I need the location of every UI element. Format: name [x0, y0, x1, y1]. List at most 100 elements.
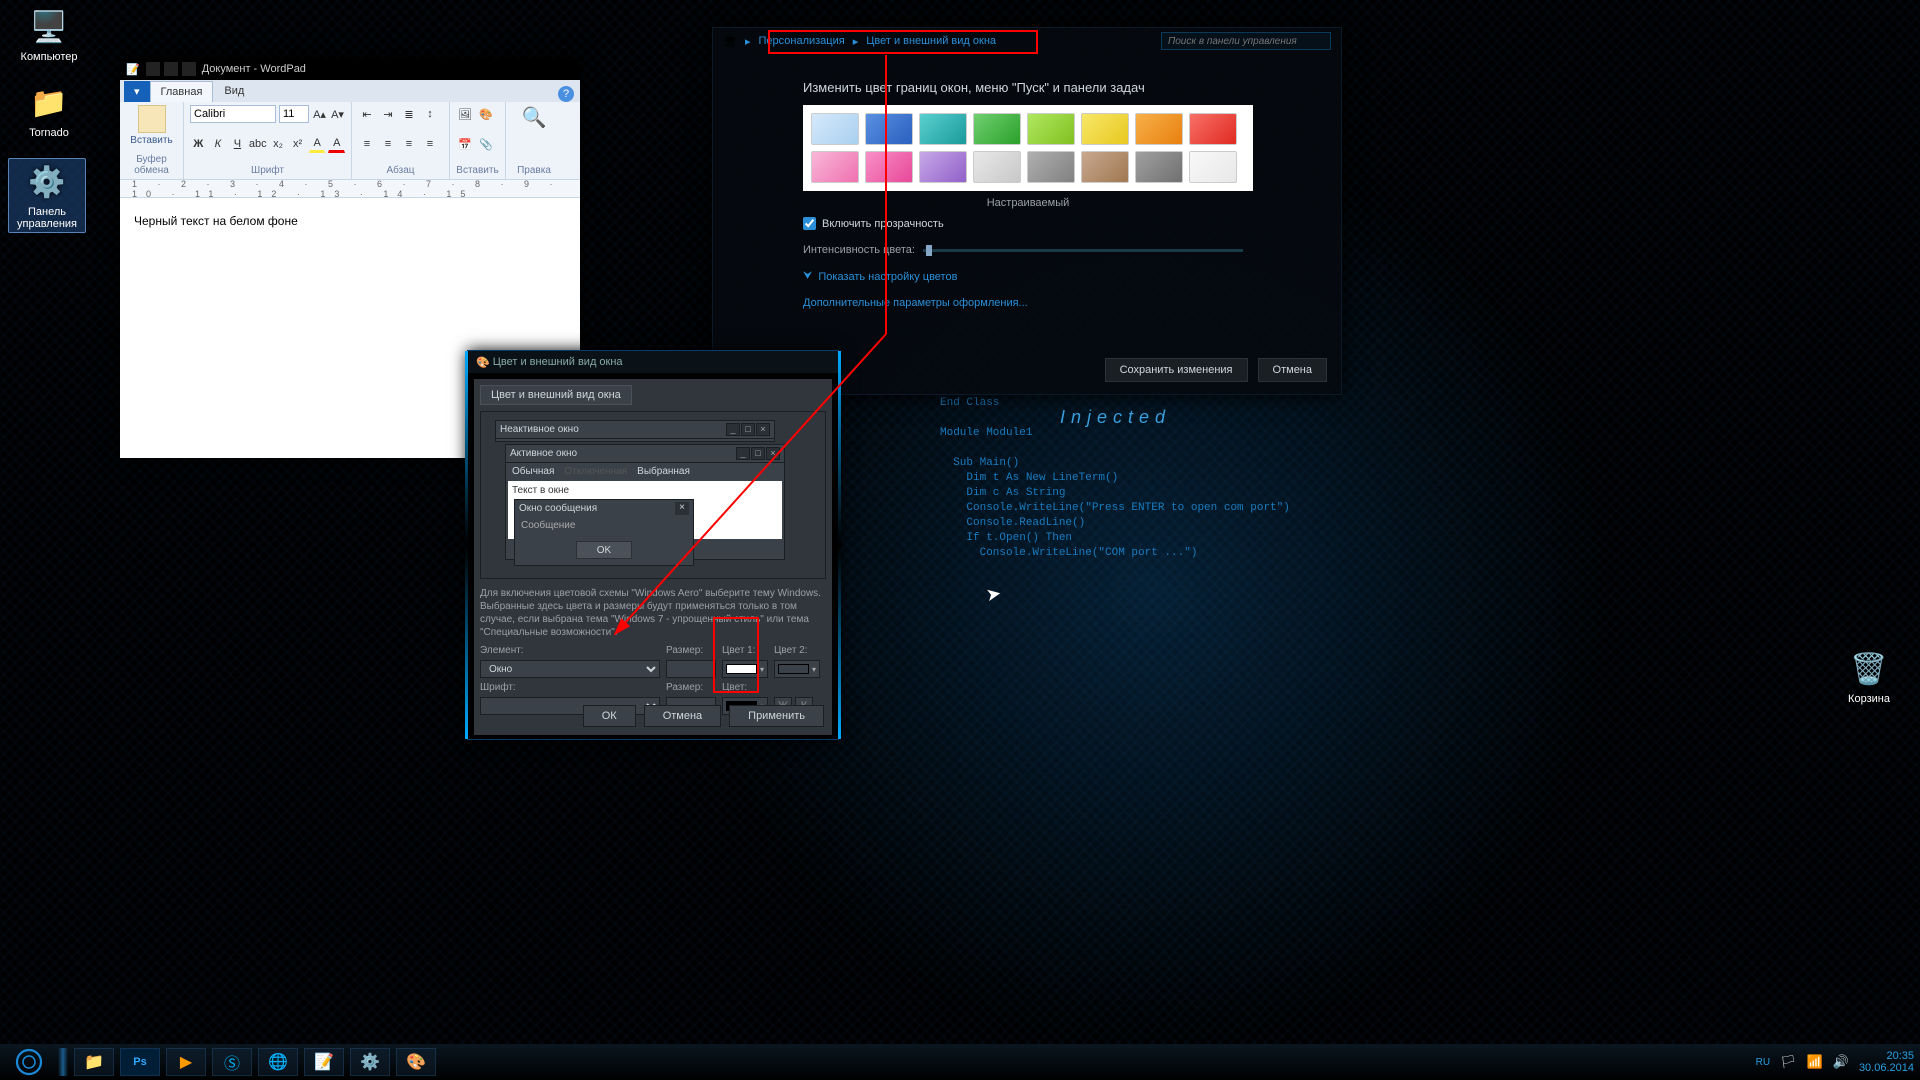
start-button[interactable] — [6, 1047, 52, 1077]
transparency-checkbox[interactable]: Включить прозрачность — [803, 217, 1341, 230]
file-tab[interactable]: ▾ — [124, 81, 150, 102]
tray-action-center-icon[interactable]: 🏳 — [1780, 1054, 1797, 1070]
preview-inactive-title: Неактивное окно — [500, 424, 579, 435]
underline-button[interactable]: Ч — [229, 135, 246, 153]
qat-save-icon[interactable] — [146, 62, 160, 76]
tab-home[interactable]: Главная — [150, 81, 214, 102]
align-center-icon[interactable]: ≡ — [379, 135, 397, 153]
bold-button[interactable]: Ж — [190, 135, 207, 153]
color-swatch[interactable] — [973, 113, 1021, 145]
breadcrumb-personalization[interactable]: Персонализация — [759, 35, 845, 47]
taskbar-wordpad[interactable]: 📝 — [304, 1048, 344, 1076]
color-swatch[interactable] — [1027, 151, 1075, 183]
element-select[interactable]: Окно — [480, 660, 660, 678]
apply-button[interactable]: Применить — [729, 705, 824, 727]
strike-button[interactable]: abc — [249, 135, 267, 153]
align-right-icon[interactable]: ≡ — [400, 135, 418, 153]
find-button[interactable]: 🔍 — [512, 105, 556, 130]
color-swatch[interactable] — [1135, 151, 1183, 183]
intensity-label: Интенсивность цвета: — [803, 244, 915, 256]
wordpad-titlebar[interactable]: 📝 Документ - WordPad — [120, 58, 580, 80]
taskbar-control-panel[interactable]: ⚙️ — [350, 1048, 390, 1076]
subscript-button[interactable]: x₂ — [270, 135, 287, 153]
ok-button[interactable]: ОК — [583, 705, 636, 727]
breadcrumb-window-color[interactable]: Цвет и внешний вид окна — [866, 35, 996, 47]
control-panel-icon: ⚙️ — [26, 161, 68, 203]
advanced-appearance-link[interactable]: Дополнительные параметры оформления... — [803, 297, 1341, 309]
color-swatch[interactable] — [1027, 113, 1075, 145]
line-spacing-icon[interactable]: ↕ — [421, 105, 439, 123]
qat-redo-icon[interactable] — [182, 62, 196, 76]
search-input[interactable] — [1161, 32, 1331, 50]
color-swatch[interactable] — [865, 113, 913, 145]
color2-picker[interactable]: ▾ — [774, 660, 820, 678]
help-icon[interactable]: ? — [558, 86, 574, 102]
italic-button[interactable]: К — [210, 135, 227, 153]
color-swatch[interactable] — [1081, 151, 1129, 183]
color-swatch[interactable] — [1135, 113, 1183, 145]
save-button[interactable]: Сохранить изменения — [1105, 358, 1248, 382]
superscript-button[interactable]: x² — [289, 135, 306, 153]
color-swatch[interactable] — [811, 151, 859, 183]
language-indicator[interactable]: RU — [1756, 1057, 1770, 1068]
dialog-tab[interactable]: Цвет и внешний вид окна — [480, 385, 632, 405]
taskbar-media-player[interactable]: ▶ — [166, 1048, 206, 1076]
color-swatch[interactable] — [1081, 113, 1129, 145]
color-swatch[interactable] — [919, 113, 967, 145]
crumb-sep-icon: ▸ — [853, 35, 859, 48]
desktop-icon-tornado[interactable]: 📁 Tornado — [10, 82, 88, 139]
cancel-button[interactable]: Отмена — [1258, 358, 1327, 382]
ruler[interactable]: 1 · 2 · 3 · 4 · 5 · 6 · 7 · 8 · 9 · 10 ·… — [120, 180, 580, 198]
tray-volume-icon[interactable]: 🔊 — [1833, 1054, 1849, 1070]
shrink-font-icon[interactable]: A▾ — [330, 105, 345, 123]
list-icon[interactable]: ≣ — [400, 105, 418, 123]
insert-object-icon[interactable]: 📎 — [477, 135, 495, 153]
intensity-slider[interactable] — [923, 249, 1243, 252]
color-swatch[interactable] — [1189, 113, 1237, 145]
cancel-button[interactable]: Отмена — [644, 705, 721, 727]
indent-dec-icon[interactable]: ⇤ — [358, 105, 376, 123]
personalization-window[interactable]: 🖥 ▸ Персонализация ▸ Цвет и внешний вид … — [712, 27, 1342, 395]
color-swatch[interactable] — [973, 151, 1021, 183]
desktop-icon-control-panel[interactable]: ⚙️ Панель управления — [8, 158, 86, 233]
font-name-select[interactable] — [190, 105, 276, 123]
color-swatch[interactable] — [919, 151, 967, 183]
taskbar-skype[interactable]: Ⓢ — [212, 1048, 252, 1076]
taskbar-chrome[interactable]: 🌐 — [258, 1048, 298, 1076]
align-justify-icon[interactable]: ≡ — [421, 135, 439, 153]
tab-view[interactable]: Вид — [213, 80, 255, 102]
dialog-titlebar[interactable]: 🎨 Цвет и внешний вид окна — [468, 351, 838, 373]
taskbar-clock[interactable]: 20:35 30.06.2014 — [1859, 1050, 1914, 1074]
desktop-icon-recycle-bin[interactable]: 🗑️ Корзина — [1830, 648, 1908, 705]
group-clipboard-label: Буфер обмена — [126, 154, 177, 176]
color1-picker[interactable]: ▾ — [722, 660, 768, 678]
taskbar-appearance[interactable]: 🎨 — [396, 1048, 436, 1076]
color-swatch[interactable] — [1189, 151, 1237, 183]
color-swatch[interactable] — [811, 113, 859, 145]
show-mixer-link[interactable]: ⮟ Показать настройку цветов — [803, 270, 1341, 283]
tray-network-icon[interactable]: 📶 — [1807, 1054, 1823, 1070]
grow-font-icon[interactable]: A▴ — [312, 105, 327, 123]
align-left-icon[interactable]: ≡ — [358, 135, 376, 153]
preview-menu-disabled: Отключенная — [564, 466, 627, 477]
font-color-button[interactable]: A — [328, 135, 345, 153]
preview-message-body: Сообщение — [515, 516, 693, 537]
slider-thumb[interactable] — [926, 245, 932, 256]
taskbar-explorer[interactable]: 📁 — [74, 1048, 114, 1076]
insert-datetime-icon[interactable]: 📅 — [456, 135, 474, 153]
chevron-down-icon: ⮟ — [803, 270, 812, 283]
size-spinner[interactable] — [666, 660, 716, 678]
qat-undo-icon[interactable] — [164, 62, 178, 76]
color-swatch-grid — [803, 105, 1253, 191]
transparency-input[interactable] — [803, 217, 816, 230]
taskbar-photoshop[interactable]: Ps — [120, 1048, 160, 1076]
indent-inc-icon[interactable]: ⇥ — [379, 105, 397, 123]
paste-button[interactable]: Вставить — [126, 105, 177, 146]
desktop-icon-computer[interactable]: 🖥️ Компьютер — [10, 6, 88, 63]
insert-paint-icon[interactable]: 🎨 — [477, 105, 495, 123]
insert-picture-icon[interactable]: 🖼 — [456, 105, 474, 123]
advanced-appearance-dialog[interactable]: 🎨 Цвет и внешний вид окна Цвет и внешний… — [467, 350, 839, 740]
color-swatch[interactable] — [865, 151, 913, 183]
font-size-select[interactable] — [279, 105, 309, 123]
highlight-button[interactable]: A — [309, 135, 326, 153]
